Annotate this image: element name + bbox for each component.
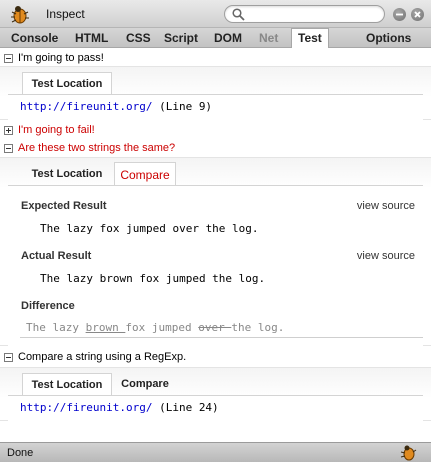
close-icon: [414, 11, 421, 18]
search-input[interactable]: [224, 5, 385, 23]
tab-net[interactable]: Net: [259, 31, 278, 45]
compare-panel: Test Location Compare Expected Result vi…: [0, 157, 431, 346]
compare-body: Expected Result view source The lazy fox…: [8, 185, 423, 346]
test-label: Compare a string using a RegExp.: [18, 351, 187, 363]
test-row-pass-2[interactable]: Compare a string using a RegExp.: [0, 351, 431, 365]
tab-options[interactable]: Options: [366, 31, 411, 45]
difference-divider: [20, 337, 423, 338]
expected-value: The lazy fox jumped over the log.: [40, 222, 259, 235]
test-label: Are these two strings the same?: [18, 142, 176, 154]
tab-test[interactable]: Test: [291, 28, 329, 48]
panel-tabs: Console HTML CSS Script DOM Net Test Opt…: [0, 28, 431, 48]
location-line: (Line 24): [159, 401, 219, 414]
location-line: (Line 9): [159, 100, 213, 113]
location-link[interactable]: http://fireunit.org/: [20, 100, 152, 113]
collapse-toggle-icon[interactable]: [4, 353, 13, 362]
collapse-toggle-icon[interactable]: [4, 144, 13, 153]
search-icon: [232, 8, 245, 21]
test-detail-panel: Test Location Compare http://fireunit.or…: [0, 367, 431, 421]
firebug-icon[interactable]: [8, 4, 30, 24]
tab-compare[interactable]: Compare: [114, 162, 176, 186]
tab-console[interactable]: Console: [11, 31, 58, 45]
inspect-button[interactable]: Inspect: [46, 7, 85, 21]
difference-heading: Difference: [21, 300, 75, 312]
tab-css[interactable]: CSS: [126, 31, 151, 45]
test-row-fail-1[interactable]: I'm going to fail!: [0, 124, 431, 138]
minimize-button[interactable]: [393, 8, 406, 21]
collapse-toggle-icon[interactable]: [4, 54, 13, 63]
tab-compare[interactable]: Compare: [114, 373, 176, 396]
test-detail-panel: Test Location http://fireunit.org/ (Line…: [0, 66, 431, 120]
actual-result-heading: Actual Result: [21, 250, 92, 262]
diff-deletion: over: [198, 321, 232, 334]
firebug-toolbar: Inspect: [0, 0, 431, 28]
view-source-link-expected[interactable]: view source: [357, 200, 415, 212]
tab-html[interactable]: HTML: [75, 31, 108, 45]
tab-test-location[interactable]: Test Location: [22, 163, 112, 186]
tab-test-location[interactable]: Test Location: [22, 72, 112, 95]
expand-toggle-icon[interactable]: [4, 126, 13, 135]
tab-test-location[interactable]: Test Location: [22, 373, 112, 396]
status-text: Done: [7, 447, 34, 459]
status-bar: Done: [0, 442, 431, 462]
location-body: http://fireunit.org/ (Line 24): [8, 395, 423, 421]
difference-value: The lazy brown fox jumped over the log.: [26, 321, 285, 334]
location-body: http://fireunit.org/ (Line 9): [8, 94, 423, 120]
test-label: I'm going to pass!: [18, 52, 104, 64]
close-button[interactable]: [411, 8, 424, 21]
tab-script[interactable]: Script: [164, 31, 198, 45]
view-source-link-actual[interactable]: view source: [357, 250, 415, 262]
actual-value: The lazy brown fox jumped the log.: [40, 272, 266, 285]
test-row-pass-1[interactable]: I'm going to pass!: [0, 52, 431, 66]
location-link[interactable]: http://fireunit.org/: [20, 401, 152, 414]
minimize-icon: [396, 13, 403, 16]
diff-insertion: brown: [85, 321, 126, 334]
firebug-status-icon[interactable]: [399, 444, 417, 461]
test-label: I'm going to fail!: [18, 124, 95, 136]
test-row-fail-2[interactable]: Are these two strings the same?: [0, 142, 431, 156]
tab-dom[interactable]: DOM: [214, 31, 242, 45]
expected-result-heading: Expected Result: [21, 200, 107, 212]
